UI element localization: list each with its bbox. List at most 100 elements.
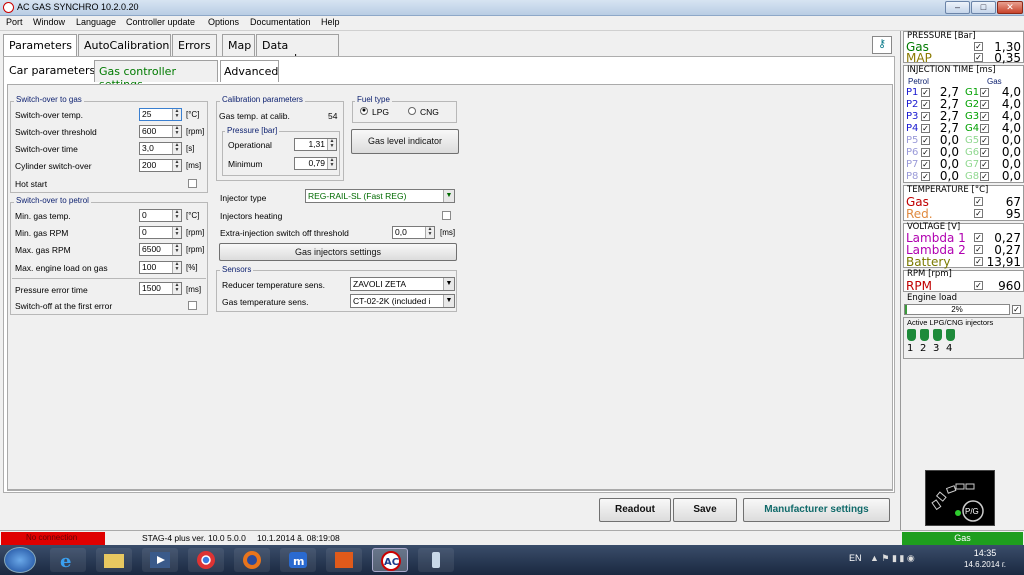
switch-temp-input[interactable]: 25 ▲ ▼ bbox=[139, 108, 182, 121]
spin-arrows-icon[interactable]: ▲ ▼ bbox=[172, 283, 181, 294]
menu-language[interactable]: Language bbox=[76, 17, 116, 27]
tray-icons[interactable]: ▲ ⚑ ▮ ▮ ◉ bbox=[870, 553, 915, 564]
menu-help[interactable]: Help bbox=[321, 17, 340, 27]
petrol-injector-checkbox[interactable]: ✓ bbox=[921, 136, 930, 145]
max-engine-load-input[interactable]: 100 ▲ ▼ bbox=[139, 261, 182, 274]
petrol-injector-checkbox[interactable]: ✓ bbox=[921, 112, 930, 121]
menu-window[interactable]: Window bbox=[33, 17, 65, 27]
gas-injectors-settings-button[interactable]: Gas injectors settings bbox=[219, 243, 457, 261]
petrol-injector-checkbox[interactable]: ✓ bbox=[921, 124, 930, 133]
clock-date[interactable]: 14.6.2014 г. bbox=[955, 560, 1015, 569]
gas-injector-checkbox[interactable]: ✓ bbox=[980, 100, 989, 109]
office-icon[interactable] bbox=[326, 548, 362, 572]
subtab-gas-controller-settings[interactable]: Gas controller settings bbox=[94, 60, 218, 91]
clock-time[interactable]: 14:35 bbox=[960, 548, 1010, 558]
subtab-car-parameters[interactable]: Car parameters bbox=[9, 64, 95, 77]
close-button[interactable]: ✕ bbox=[997, 1, 1023, 14]
spin-arrows-icon[interactable]: ▲ ▼ bbox=[327, 139, 336, 150]
manufacturer-settings-button[interactable]: Manufacturer settings bbox=[743, 498, 890, 522]
lambda2-checkbox[interactable]: ✓ bbox=[974, 245, 983, 254]
petrol-injector-checkbox[interactable]: ✓ bbox=[921, 172, 930, 181]
pressure-error-time-input[interactable]: 1500 ▲ ▼ bbox=[139, 282, 182, 295]
menu-controller-update[interactable]: Controller update bbox=[126, 17, 195, 27]
dropdown-arrow-icon[interactable]: ▼ bbox=[443, 190, 454, 202]
save-button[interactable]: Save bbox=[673, 498, 737, 522]
gas-injector-checkbox[interactable]: ✓ bbox=[980, 136, 989, 145]
dropdown-arrow-icon[interactable]: ▼ bbox=[443, 278, 454, 290]
cng-radio[interactable] bbox=[408, 107, 416, 115]
menu-port[interactable]: Port bbox=[6, 17, 23, 27]
spin-arrows-icon[interactable]: ▲ ▼ bbox=[172, 244, 181, 255]
language-indicator[interactable]: EN bbox=[849, 553, 862, 563]
internet-explorer-icon[interactable]: e bbox=[50, 548, 86, 572]
lpg-radio[interactable]: ● bbox=[360, 107, 368, 115]
utility-icon[interactable] bbox=[418, 548, 454, 572]
spin-arrows-icon[interactable]: ▲ ▼ bbox=[172, 143, 181, 154]
dropdown-arrow-icon[interactable]: ▼ bbox=[443, 295, 454, 307]
spin-arrows-icon[interactable]: ▲ ▼ bbox=[172, 210, 181, 221]
subtab-advanced[interactable]: Advanced bbox=[220, 60, 279, 82]
pressure-map-checkbox[interactable]: ✓ bbox=[974, 53, 983, 62]
min-gas-temp-input[interactable]: 0 ▲ ▼ bbox=[139, 209, 182, 222]
temp-gas-checkbox[interactable]: ✓ bbox=[974, 197, 983, 206]
cng-label: CNG bbox=[420, 107, 439, 117]
gas-injector-checkbox[interactable]: ✓ bbox=[980, 160, 989, 169]
chrome-icon[interactable] bbox=[188, 548, 224, 572]
tab-errors[interactable]: Errors bbox=[172, 34, 217, 56]
petrol-injector-checkbox[interactable]: ✓ bbox=[921, 148, 930, 157]
gas-injector-checkbox[interactable]: ✓ bbox=[980, 88, 989, 97]
extra-injection-input[interactable]: 0,0 ▲ ▼ bbox=[392, 226, 435, 239]
switch-time-input[interactable]: 3,0 ▲ ▼ bbox=[139, 142, 182, 155]
spin-arrows-icon[interactable]: ▲ ▼ bbox=[172, 126, 181, 137]
injectors-heating-checkbox[interactable] bbox=[442, 211, 451, 220]
ac-gas-synchro-taskbar-icon[interactable]: AC bbox=[372, 548, 408, 572]
tab-map[interactable]: Map bbox=[222, 34, 255, 56]
engine-load-checkbox[interactable]: ✓ bbox=[1012, 305, 1021, 314]
temp-red-checkbox[interactable]: ✓ bbox=[974, 209, 983, 218]
spin-arrows-icon[interactable]: ▲ ▼ bbox=[172, 227, 181, 238]
maxthon-icon[interactable]: m bbox=[280, 548, 316, 572]
lambda1-checkbox[interactable]: ✓ bbox=[974, 233, 983, 242]
minimum-input[interactable]: 0,79 ▲ ▼ bbox=[294, 157, 337, 170]
readout-button[interactable]: Readout bbox=[599, 498, 671, 522]
start-button-icon[interactable] bbox=[4, 547, 36, 573]
spin-arrows-icon[interactable]: ▲ ▼ bbox=[172, 160, 181, 171]
petrol-injector-checkbox[interactable]: ✓ bbox=[921, 100, 930, 109]
menu-documentation[interactable]: Documentation bbox=[250, 17, 311, 27]
min-gas-rpm-input[interactable]: 0 ▲ ▼ bbox=[139, 226, 182, 239]
hot-start-checkbox[interactable] bbox=[188, 179, 197, 188]
maximize-button[interactable]: □ bbox=[971, 1, 996, 14]
gas-level-indicator-button[interactable]: Gas level indicator bbox=[351, 129, 459, 154]
media-player-icon[interactable] bbox=[142, 548, 178, 572]
file-explorer-icon[interactable] bbox=[96, 548, 132, 572]
gas-switch-widget[interactable]: P/G bbox=[925, 470, 995, 526]
menu-options[interactable]: Options bbox=[208, 17, 239, 27]
gas-temp-sensor-select[interactable]: CT-02-2K (included i ▼ bbox=[350, 294, 455, 308]
petrol-injector-checkbox[interactable]: ✓ bbox=[921, 160, 930, 169]
switch-off-first-error-checkbox[interactable] bbox=[188, 301, 197, 310]
cylinder-switch-input[interactable]: 200 ▲ ▼ bbox=[139, 159, 182, 172]
reducer-temp-sensor-select[interactable]: ZAVOLI ZETA ▼ bbox=[350, 277, 455, 291]
petrol-injector-checkbox[interactable]: ✓ bbox=[921, 88, 930, 97]
gas-injector-checkbox[interactable]: ✓ bbox=[980, 172, 989, 181]
spin-arrows-icon[interactable]: ▲ ▼ bbox=[172, 109, 181, 120]
help-icon[interactable]: ⚷ bbox=[872, 36, 892, 54]
tab-autocalibration[interactable]: AutoCalibration bbox=[78, 34, 171, 56]
pressure-gas-checkbox[interactable]: ✓ bbox=[974, 42, 983, 51]
minimize-button[interactable]: – bbox=[945, 1, 970, 14]
tab-parameters[interactable]: Parameters bbox=[3, 34, 77, 56]
injector-type-select[interactable]: REG-RAIL-SL (Fast REG) ▼ bbox=[305, 189, 455, 203]
gas-injector-checkbox[interactable]: ✓ bbox=[980, 148, 989, 157]
spin-arrows-icon[interactable]: ▲ ▼ bbox=[327, 158, 336, 169]
petrol-injector-label: P8 bbox=[906, 171, 919, 182]
injector-number: 2 bbox=[920, 343, 927, 354]
gas-injector-checkbox[interactable]: ✓ bbox=[980, 112, 989, 121]
tab-data-recorder[interactable]: Data recorder bbox=[256, 34, 339, 65]
max-gas-rpm-input[interactable]: 6500 ▲ ▼ bbox=[139, 243, 182, 256]
spin-arrows-icon[interactable]: ▲ ▼ bbox=[425, 227, 434, 238]
gas-injector-checkbox[interactable]: ✓ bbox=[980, 124, 989, 133]
operational-input[interactable]: 1,31 ▲ ▼ bbox=[294, 138, 337, 151]
spin-arrows-icon[interactable]: ▲ ▼ bbox=[172, 262, 181, 273]
switch-threshold-input[interactable]: 600 ▲ ▼ bbox=[139, 125, 182, 138]
firefox-icon[interactable] bbox=[234, 548, 270, 572]
